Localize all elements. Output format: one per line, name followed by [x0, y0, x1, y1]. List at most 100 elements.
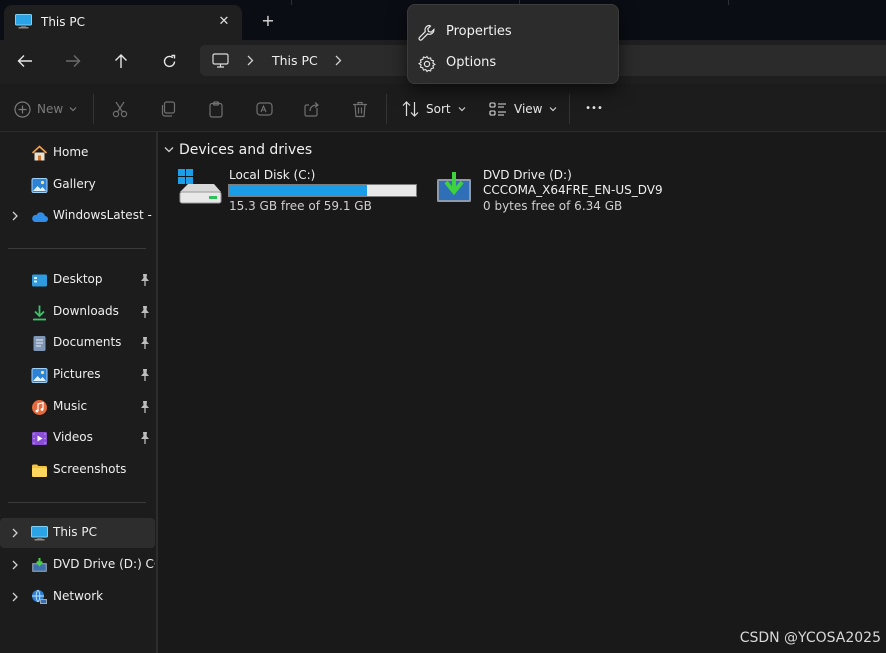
gear-icon	[418, 55, 436, 73]
sidebar-item-videos[interactable]: Videos	[0, 423, 155, 453]
music-icon	[32, 400, 47, 415]
sidebar-item-home[interactable]: Home	[0, 138, 155, 168]
gallery-icon	[31, 178, 48, 193]
menu-item-options[interactable]: Options	[412, 48, 614, 78]
chevron-down-icon	[69, 107, 77, 112]
sidebar-item-downloads[interactable]: Downloads	[0, 297, 155, 327]
cut-button[interactable]	[110, 99, 130, 119]
toolbar-divider	[93, 94, 94, 124]
arrow-up-icon	[115, 54, 127, 68]
wrench-icon	[418, 24, 435, 41]
drive-tile-dvd[interactable]: DVD Drive (D:) CCCOMA_X64FRE_EN-US_DV9 0…	[433, 166, 693, 216]
more-options-button[interactable]: •••	[582, 99, 606, 119]
video-icon	[32, 432, 47, 445]
tab-separator	[291, 0, 292, 5]
drive-free-space: 0 bytes free of 6.34 GB	[483, 199, 623, 213]
sidebar-item-desktop[interactable]: Desktop	[0, 265, 155, 295]
drive-name: DVD Drive (D:)	[483, 168, 572, 182]
pin-icon[interactable]	[139, 336, 151, 350]
pin-icon[interactable]	[139, 305, 151, 319]
download-icon	[33, 305, 46, 321]
cloud-icon	[32, 212, 48, 222]
new-label: New	[37, 102, 64, 116]
arrow-left-icon	[17, 55, 32, 67]
chevron-right-icon[interactable]	[246, 55, 254, 66]
menu-item-properties[interactable]: Properties	[412, 17, 614, 47]
sidebar-item-documents[interactable]: Documents	[0, 328, 155, 358]
tab-separator	[728, 0, 729, 5]
sidebar-item-dvd-drive[interactable]: DVD Drive (D:) CCC	[0, 550, 155, 580]
chevron-down-icon[interactable]	[164, 146, 174, 154]
sidebar-item-label: This PC	[53, 525, 97, 539]
sidebar-item-label: WindowsLatest - Pe	[53, 208, 155, 222]
pin-icon[interactable]	[139, 400, 151, 414]
back-button[interactable]	[11, 48, 39, 74]
dvd-drive-icon	[32, 558, 47, 572]
new-tab-button[interactable]: +	[256, 10, 280, 32]
document-icon	[33, 336, 46, 351]
watermark-text: CSDN @YCOSA2025	[739, 630, 881, 646]
sidebar-item-onedrive[interactable]: WindowsLatest - Pe	[0, 201, 155, 231]
sidebar-item-screenshots[interactable]: Screenshots	[0, 455, 155, 485]
breadcrumb-this-pc[interactable]: This PC	[272, 53, 318, 68]
pin-icon[interactable]	[139, 368, 151, 382]
drive-usage-fill	[229, 185, 368, 196]
scissors-icon	[112, 101, 128, 117]
sort-button[interactable]: Sort	[402, 99, 466, 119]
up-button[interactable]	[107, 48, 135, 74]
new-button[interactable]: New	[14, 99, 84, 119]
sidebar-item-label: DVD Drive (D:) CCC	[53, 557, 155, 571]
chevron-right-icon[interactable]	[9, 210, 21, 222]
menu-item-label: Properties	[446, 24, 512, 39]
tab-this-pc[interactable]: This PC ✕	[4, 5, 242, 40]
tab-title: This PC	[41, 15, 85, 29]
delete-button[interactable]	[350, 99, 370, 119]
refresh-button[interactable]	[155, 48, 183, 74]
group-label: Devices and drives	[179, 142, 313, 158]
sidebar-item-gallery[interactable]: Gallery	[0, 170, 155, 200]
chevron-right-icon[interactable]	[9, 591, 21, 603]
chevron-down-icon	[550, 107, 557, 112]
pane-divider[interactable]	[156, 132, 158, 653]
sidebar-item-music[interactable]: Music	[0, 392, 155, 422]
sidebar-item-pictures[interactable]: Pictures	[0, 360, 155, 390]
pictures-icon	[31, 368, 48, 383]
chevron-right-icon[interactable]	[334, 55, 342, 66]
chevron-down-icon	[458, 107, 466, 112]
refresh-icon	[163, 54, 175, 67]
sidebar-item-this-pc[interactable]: This PC	[0, 518, 155, 548]
drive-free-space: 15.3 GB free of 59.1 GB	[229, 199, 372, 213]
pin-icon[interactable]	[139, 431, 151, 445]
view-label: View	[514, 102, 543, 116]
monitor-icon	[15, 14, 32, 29]
share-icon	[303, 102, 319, 117]
drive-volume-label: CCCOMA_X64FRE_EN-US_DV9	[483, 183, 663, 197]
chevron-right-icon[interactable]	[9, 559, 21, 571]
pin-icon[interactable]	[139, 273, 151, 287]
drive-name: Local Disk (C:)	[229, 168, 316, 182]
drive-usage-bar	[228, 184, 417, 197]
hard-drive-icon	[178, 169, 222, 204]
home-icon	[31, 145, 48, 161]
network-icon	[32, 589, 47, 604]
toolbar-divider	[386, 94, 387, 124]
folder-icon	[32, 464, 47, 477]
close-tab-button[interactable]: ✕	[214, 12, 234, 32]
rename-button[interactable]	[254, 99, 274, 119]
toolbar-divider	[569, 94, 570, 124]
clipboard-icon	[209, 100, 223, 118]
paste-button[interactable]	[206, 99, 226, 119]
sort-icon	[402, 101, 419, 117]
sidebar-item-label: Gallery	[53, 177, 96, 191]
copy-icon	[161, 101, 176, 117]
dvd-drive-icon	[437, 172, 471, 202]
share-button[interactable]	[302, 99, 322, 119]
forward-button[interactable]	[59, 48, 87, 74]
sort-label: Sort	[426, 102, 451, 116]
sidebar-divider	[8, 248, 146, 249]
chevron-right-icon[interactable]	[9, 527, 21, 539]
computer-icon	[212, 53, 229, 68]
copy-button[interactable]	[158, 99, 178, 119]
view-button[interactable]: View	[489, 99, 557, 119]
sidebar-item-network[interactable]: Network	[0, 582, 155, 612]
